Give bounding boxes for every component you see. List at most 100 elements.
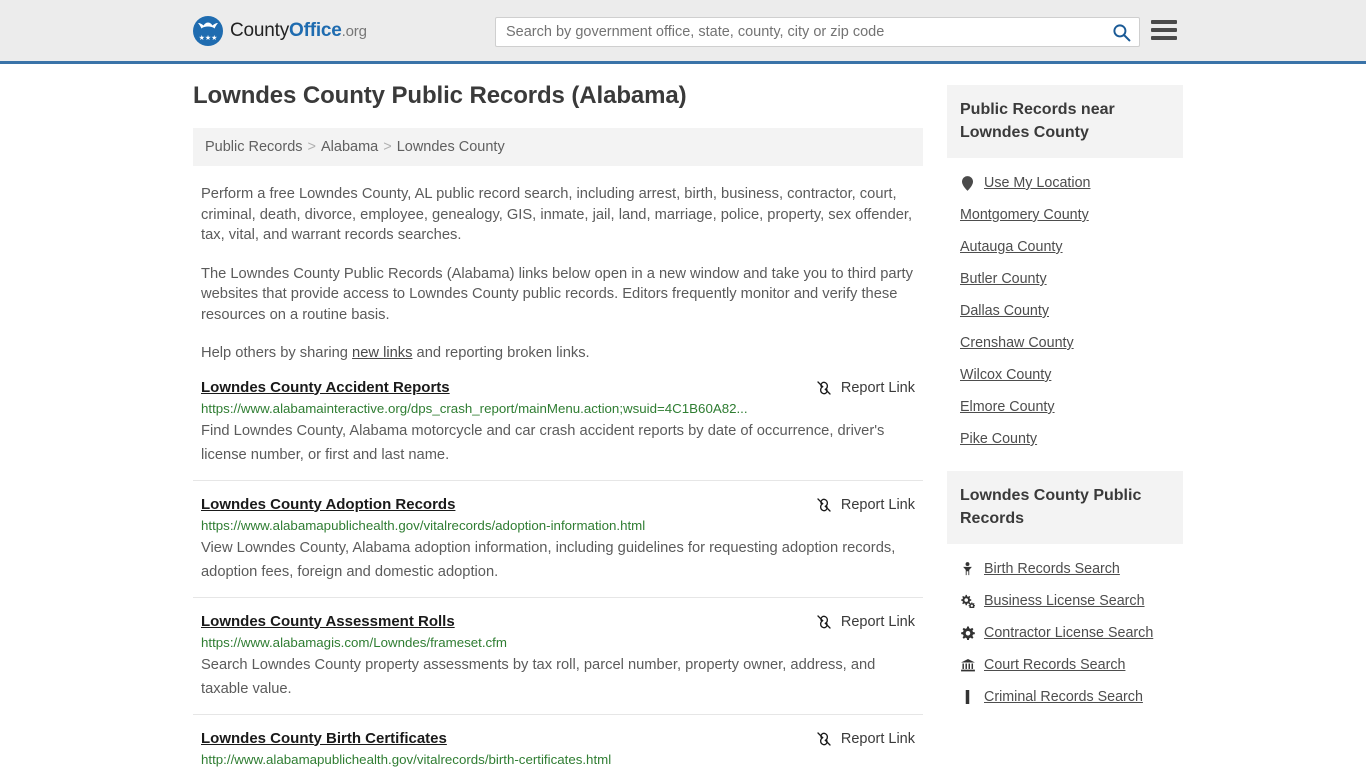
logo-text-tld: .org (341, 22, 367, 40)
report-link-label: Report Link (840, 379, 915, 396)
sidebar-item-label: Contractor License Search (984, 625, 1154, 641)
map-pin-icon (960, 175, 975, 191)
intro-paragraph-3: Help others by sharing new links and rep… (193, 343, 923, 364)
listing-description: View Lowndes County, Alabama adoption in… (201, 539, 896, 580)
gavel-icon (960, 690, 975, 704)
sidebar-item-label: Elmore County (960, 399, 1055, 415)
sidebar-item-autauga-county[interactable]: Autauga County (960, 231, 1170, 263)
breadcrumb-item-lowndes-county[interactable]: Lowndes County (397, 139, 505, 155)
sidebar-item-pike-county[interactable]: Pike County (960, 423, 1170, 455)
sidebar-item-butler-county[interactable]: Butler County (960, 263, 1170, 295)
hamburger-bar (1151, 36, 1177, 40)
report-link-label: Report Link (840, 496, 915, 513)
cogs-icon (960, 594, 975, 608)
logo-text: CountyOffice.org (230, 20, 367, 42)
intro-paragraph-1: Perform a free Lowndes County, AL public… (201, 186, 913, 243)
sidebar-item-label: Butler County (960, 271, 1047, 287)
near-records-heading: Public Records near Lowndes County (947, 85, 1183, 158)
search-icon (1112, 23, 1130, 41)
sidebar-item-wilcox-county[interactable]: Wilcox County (960, 359, 1170, 391)
search-bar (495, 17, 1140, 47)
sidebar-item-crenshaw-county[interactable]: Crenshaw County (960, 327, 1170, 359)
logo-text-county: County (230, 19, 290, 41)
listing-header: Lowndes County Birth Certificates Report… (201, 730, 915, 747)
site-header: ★★★ CountyOffice.org (0, 0, 1366, 64)
bank-icon (960, 658, 975, 672)
sidebar-item-elmore-county[interactable]: Elmore County (960, 391, 1170, 423)
sidebar-item-label: Pike County (960, 431, 1038, 447)
listing-title-link[interactable]: Lowndes County Birth Certificates (201, 730, 447, 747)
breadcrumb-separator: > (383, 139, 392, 155)
sidebar-item-label: Dallas County (960, 303, 1049, 319)
sidebar-item-label: Court Records Search (984, 657, 1126, 673)
cog-icon (960, 626, 975, 640)
intro-paragraph-2: The Lowndes County Public Records (Alaba… (201, 265, 913, 323)
sidebar: Public Records near Lowndes County Use M… (947, 85, 1183, 768)
listing-description: Search Lowndes County property assessmen… (201, 656, 876, 697)
hamburger-bar (1151, 28, 1177, 32)
eagle-seal-icon: ★★★ (193, 15, 223, 46)
sidebar-item-court-records-search[interactable]: Court Records Search (960, 649, 1170, 681)
share-text-after: and reporting broken links. (412, 345, 590, 361)
listing-title-link[interactable]: Lowndes County Accident Reports (201, 379, 450, 396)
sidebar-item-use-my-location[interactable]: Use My Location (960, 167, 1170, 199)
sidebar-item-label: Business License Search (984, 593, 1145, 609)
sidebar-item-label: Use My Location (984, 175, 1091, 191)
new-links-link[interactable]: new links (352, 345, 412, 361)
sidebar-item-label: Wilcox County (960, 367, 1052, 383)
sidebar-item-birth-records-search[interactable]: Birth Records Search (960, 553, 1170, 585)
listing-url: https://www.alabamagis.com/Lowndes/frame… (201, 634, 507, 650)
listing-header: Lowndes County Adoption Records Report L… (201, 496, 915, 513)
listing-item: Lowndes County Adoption Records Report L… (193, 481, 923, 598)
broken-link-icon (817, 380, 831, 395)
near-records-card: Public Records near Lowndes County Use M… (947, 85, 1183, 459)
listing-description: Find Lowndes County, Alabama motorcycle … (201, 422, 885, 463)
sidebar-item-label: Montgomery County (960, 207, 1089, 223)
hamburger-bar (1151, 20, 1177, 24)
listing-item: Lowndes County Assessment Rolls Report L… (193, 598, 923, 715)
sidebar-item-label: Criminal Records Search (984, 689, 1143, 705)
report-link-button[interactable]: Report Link (816, 379, 915, 396)
search-input[interactable] (496, 24, 1103, 40)
sidebar-item-contractor-license-search[interactable]: Contractor License Search (960, 617, 1170, 649)
report-link-button[interactable]: Report Link (816, 496, 915, 513)
sidebar-item-label: Birth Records Search (984, 561, 1120, 577)
listing-title-link[interactable]: Lowndes County Assessment Rolls (201, 613, 455, 630)
sidebar-item-dallas-county[interactable]: Dallas County (960, 295, 1170, 327)
listing-header: Lowndes County Accident Reports Report L… (201, 379, 915, 396)
baby-icon (960, 562, 975, 576)
page-body: Lowndes County Public Records (Alabama) … (0, 64, 1366, 768)
near-records-list: Use My Location Montgomery County Autaug… (947, 158, 1183, 459)
breadcrumb-item-public-records[interactable]: Public Records (205, 139, 303, 155)
listing-header: Lowndes County Assessment Rolls Report L… (201, 613, 915, 630)
county-records-card: Lowndes County Public Records Birth Reco… (947, 471, 1183, 717)
report-link-label: Report Link (840, 613, 915, 630)
broken-link-icon (817, 497, 831, 512)
listing-url: https://www.alabamapublichealth.gov/vita… (201, 517, 646, 533)
page-title: Lowndes County Public Records (Alabama) (193, 82, 687, 109)
search-button[interactable] (1103, 18, 1139, 46)
breadcrumb-item-alabama[interactable]: Alabama (321, 139, 378, 155)
broken-link-icon (817, 731, 831, 746)
sidebar-item-label: Crenshaw County (960, 335, 1074, 351)
sidebar-item-montgomery-county[interactable]: Montgomery County (960, 199, 1170, 231)
hamburger-menu-icon[interactable] (1151, 20, 1177, 40)
listing-title-link[interactable]: Lowndes County Adoption Records (201, 496, 455, 513)
sidebar-item-criminal-records-search[interactable]: Criminal Records Search (960, 681, 1170, 713)
county-records-heading: Lowndes County Public Records (947, 471, 1183, 544)
logo-text-office: Office (289, 19, 342, 41)
share-text-before: Help others by sharing (201, 345, 353, 361)
sidebar-item-business-license-search[interactable]: Business License Search (960, 585, 1170, 617)
listing-item: Lowndes County Birth Certificates Report… (193, 715, 923, 768)
sidebar-item-label: Autauga County (960, 239, 1063, 255)
main-content: Lowndes County Public Records (Alabama) … (193, 82, 923, 768)
broken-link-icon (817, 614, 831, 629)
report-link-button[interactable]: Report Link (816, 730, 915, 747)
report-link-label: Report Link (840, 730, 915, 747)
eagle-glyph (198, 22, 218, 28)
report-link-button[interactable]: Report Link (816, 613, 915, 630)
stars-glyph: ★★★ (198, 34, 218, 42)
site-logo[interactable]: ★★★ CountyOffice.org (193, 15, 367, 46)
breadcrumb: Public Records > Alabama > Lowndes County (193, 128, 923, 166)
listing-url: http://www.alabamapublichealth.gov/vital… (201, 751, 612, 767)
